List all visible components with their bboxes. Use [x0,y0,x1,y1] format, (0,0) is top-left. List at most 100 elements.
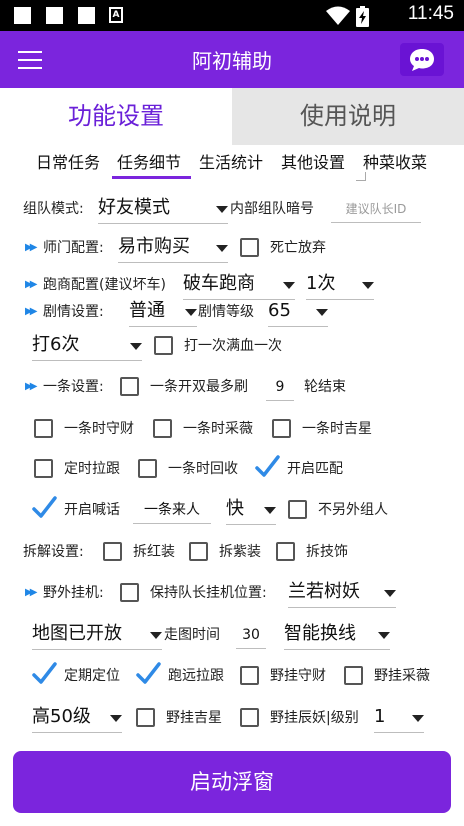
dropdown-arrow-icon [264,507,276,514]
wild-gather-checkbox[interactable] [344,666,363,685]
dismantle-jewel-checkbox[interactable] [276,542,295,561]
dismantle-label: 拆解设置: [23,544,84,560]
battery-charging-icon [356,6,369,27]
run-times-value: 1次 [306,273,336,294]
run-label: 跑商配置(建议坏车) [43,277,166,293]
subtab-task-details[interactable]: 任务细节 [117,150,181,176]
dropdown-arrow-icon [216,245,228,252]
chat-button[interactable] [400,43,444,76]
scroll-indicator [356,172,366,181]
far-follow-label: 跑远拉跟 [168,668,224,684]
wild-lucky-checkbox[interactable] [136,708,155,727]
subtab-farming[interactable]: 种菜收菜 [363,150,427,176]
chen-level-value: 1 [374,706,386,727]
shout-text-input[interactable]: 一条来人 [133,500,211,524]
wild-gather-label: 野挂采薇 [374,668,430,684]
keep-leader-position-checkbox[interactable] [120,583,139,602]
yitiao-recycle-checkbox[interactable] [138,459,157,478]
hit-once-full-blood-checkbox[interactable] [154,336,173,355]
team-mode-dropdown[interactable]: 好友模式 [98,195,228,224]
death-abandon-checkbox[interactable] [240,238,259,257]
master-dropdown[interactable]: 易市购买 [118,234,228,263]
timed-follow-checkbox[interactable] [34,459,53,478]
team-code-placeholder: 建议队长ID [345,202,407,216]
line-switch-value: 智能换线 [284,623,356,644]
yitiao-guard-checkbox[interactable] [34,419,53,438]
master-value: 易市购买 [118,236,190,257]
wild-place-dropdown[interactable]: 兰若树妖 [288,579,396,608]
wild-guard-label: 野挂守财 [270,668,326,684]
periodic-locate-checkbox[interactable] [32,662,57,685]
yitiao-recycle-label: 一条时回收 [168,461,238,477]
far-follow-checkbox[interactable] [136,662,161,685]
shout-speed-value: 快 [226,498,244,519]
story-level-dropdown[interactable]: 65 [268,298,328,327]
enable-match-label: 开启匹配 [287,461,343,477]
no-other-team-label: 不另外组人 [318,502,388,518]
walk-time-value: 30 [242,627,260,643]
story-level-value: 65 [268,300,291,321]
hit-times-dropdown[interactable]: 打6次 [32,332,142,361]
team-code-label: 内部组队暗号 [230,201,314,217]
dismantle-red-checkbox[interactable] [103,542,122,561]
wild-place-value: 兰若树妖 [288,581,360,602]
chat-bubble-icon [410,49,434,71]
wild-label: 野外挂机: [43,585,104,601]
clock: 11:45 [407,3,454,24]
keep-leader-position-label: 保持队长挂机位置: [150,585,267,601]
timed-follow-label: 定时拉跟 [64,461,120,477]
map-open-dropdown[interactable]: 地图已开放 [32,621,162,650]
enable-match-checkbox[interactable] [255,455,280,478]
hit-once-full-blood-label: 打一次满血一次 [184,338,282,354]
shout-speed-dropdown[interactable]: 快 [226,496,276,525]
yitiao-rounds-input[interactable]: 9 [266,377,294,401]
story-label: 剧情设置: [43,304,104,320]
run-times-dropdown[interactable]: 1次 [306,271,374,300]
no-other-team-checkbox[interactable] [288,500,307,519]
dropdown-arrow-icon [316,309,328,316]
chen-level-dropdown[interactable]: 1 [374,704,424,733]
grade-dropdown[interactable]: 高50级 [32,704,122,733]
run-car-dropdown[interactable]: 破车跑商 [183,271,295,300]
run-car-value: 破车跑商 [183,273,255,294]
line-switch-dropdown[interactable]: 智能换线 [284,621,390,650]
story-mode-dropdown[interactable]: 普通 [129,298,197,327]
square-icon [78,7,95,24]
dismantle-purple-label: 拆紫装 [219,544,261,560]
yitiao-rounds-suffix: 轮结束 [304,379,346,395]
wild-guard-checkbox[interactable] [240,666,259,685]
team-mode-value: 好友模式 [98,197,170,218]
dropdown-arrow-icon [185,309,197,316]
walk-time-input[interactable]: 30 [236,625,266,649]
team-code-input[interactable]: 建议队长ID [331,199,421,223]
enable-shout-checkbox[interactable] [32,496,57,519]
tab-function-settings[interactable]: 功能设置 [0,88,232,145]
wild-lucky-label: 野挂吉星 [166,710,222,726]
wild-chen-checkbox[interactable] [240,708,259,727]
status-bar: A 11:45 [0,0,464,31]
story-level-label: 剧情等级 [198,304,254,320]
hit-times-value: 打6次 [32,334,80,355]
subtab-other-settings[interactable]: 其他设置 [281,150,345,176]
selected-tab-indicator [112,176,191,179]
story-mode-value: 普通 [129,300,165,321]
double-arrow-icon: ▶▶ [25,279,38,290]
double-arrow-icon: ▶▶ [25,381,38,392]
yitiao-lucky-checkbox[interactable] [272,419,291,438]
subtab-daily-tasks[interactable]: 日常任务 [36,150,100,176]
yitiao-label: 一条设置: [43,379,104,395]
yitiao-double-checkbox[interactable] [120,377,139,396]
checkmark-icon [136,662,161,684]
tab-instructions[interactable]: 使用说明 [232,88,464,145]
subtab-life-stats[interactable]: 生活统计 [199,150,263,176]
map-open-value: 地图已开放 [32,623,122,644]
enable-shout-label: 开启喊话 [64,502,120,518]
dismantle-purple-checkbox[interactable] [189,542,208,561]
start-floating-window-button[interactable]: 启动浮窗 [13,751,451,813]
dropdown-arrow-icon [362,282,374,289]
dismantle-red-label: 拆红装 [133,544,175,560]
square-icon [14,7,31,24]
yitiao-gather-checkbox[interactable] [153,419,172,438]
yitiao-lucky-label: 一条时吉星 [302,421,372,437]
periodic-locate-label: 定期定位 [64,668,120,684]
